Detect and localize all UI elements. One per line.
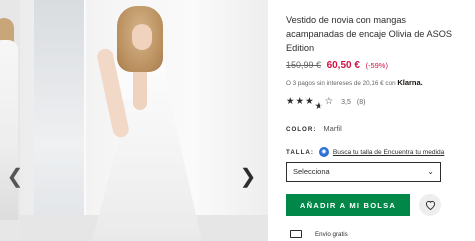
next-image-button[interactable]: ❯: [239, 164, 257, 190]
klarna-logo: Klarna.: [397, 78, 423, 87]
sale-price: 60,50 €: [326, 60, 360, 71]
size-label: TALLA:: [286, 148, 314, 156]
photo-mirror: [34, 0, 86, 241]
product-details: Vestido de novia con mangas acampanadas …: [286, 0, 475, 241]
size-select-value: Selecciona: [293, 167, 330, 176]
discount-badge: (-59%): [365, 61, 388, 70]
size-select[interactable]: Selecciona ⌄: [286, 162, 441, 182]
rating-count: (8): [356, 98, 366, 106]
product-photo: [20, 0, 268, 241]
product-title: Vestido de novia con mangas acampanadas …: [286, 15, 452, 53]
star-full-icon: ★: [295, 96, 305, 107]
shipping-info: Envío gratis: [290, 230, 348, 238]
klarna-text: O 3 pagos sin intereses de 20,16 € con: [286, 80, 396, 87]
photo-model-face: [132, 24, 152, 50]
fit-assistant-icon: ◉: [318, 147, 329, 157]
color-value: Marfil: [323, 124, 342, 133]
rating-row[interactable]: ★ ★ ★ ★ ★ ☆ 3,5 (8): [286, 96, 366, 112]
delivery-icon: [290, 230, 302, 238]
add-to-bag-button[interactable]: AÑADIR A MI BOLSA: [286, 194, 410, 216]
chevron-right-icon: ❯: [239, 166, 257, 188]
chevron-left-icon: ❮: [6, 166, 24, 188]
star-empty-icon: ☆: [324, 96, 334, 107]
save-for-later-button[interactable]: [419, 194, 441, 216]
color-row: COLOR: Marfil: [286, 124, 342, 133]
color-label: COLOR:: [286, 126, 317, 133]
rating-value: 3,5: [341, 98, 351, 106]
star-full-icon: ★: [286, 96, 295, 107]
previous-image-button[interactable]: ❮: [6, 164, 24, 190]
heart-icon: [425, 200, 435, 210]
star-full-icon: ★: [305, 96, 314, 107]
price-row: 150,99 € 60,50 € (-59%): [286, 60, 388, 71]
previous-image-peek: [0, 0, 20, 241]
shipping-text: Envío gratis: [315, 230, 348, 238]
chevron-down-icon: ⌄: [427, 167, 434, 176]
photo-open-back: [133, 70, 147, 110]
size-guide-link[interactable]: Busca tu talla de Encuentra tu medida: [333, 149, 444, 156]
product-image-gallery: ❮ ❯: [0, 0, 268, 241]
klarna-installments: O 3 pagos sin intereses de 20,16 € con K…: [286, 78, 423, 87]
peek-model-dress: [0, 40, 18, 220]
size-row: TALLA: ◉ Busca tu talla de Encuentra tu …: [286, 147, 444, 157]
original-price: 150,99 €: [286, 60, 322, 70]
